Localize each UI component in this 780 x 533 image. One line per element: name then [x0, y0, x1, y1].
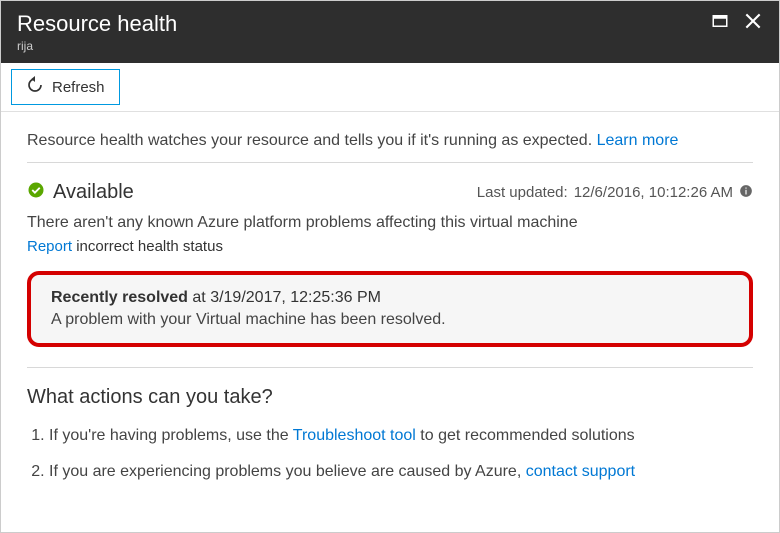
- last-updated: Last updated: 12/6/2016, 10:12:26 AM: [477, 184, 753, 202]
- report-line: Report incorrect health status: [27, 238, 753, 255]
- resolved-title: Recently resolved at 3/19/2017, 12:25:36…: [51, 289, 729, 307]
- status-label: Available: [53, 181, 134, 204]
- blade-header: Resource health rija: [1, 1, 779, 63]
- report-link[interactable]: Report: [27, 238, 72, 255]
- resolved-at: at 3/19/2017, 12:25:36 PM: [188, 289, 381, 306]
- action-text-pre: If you're having problems, use the: [49, 427, 293, 444]
- intro-text-row: Resource health watches your resource an…: [27, 132, 753, 150]
- actions-list: If you're having problems, use the Troub…: [27, 425, 753, 484]
- recently-resolved-box: Recently resolved at 3/19/2017, 12:25:36…: [27, 271, 753, 347]
- last-updated-prefix: Last updated:: [477, 184, 568, 201]
- maximize-icon[interactable]: [711, 12, 729, 35]
- divider: [27, 367, 753, 368]
- toolbar: Refresh: [1, 63, 779, 112]
- action-text-post: to get recommended solutions: [416, 427, 635, 444]
- resource-health-blade: Resource health rija Refresh Resource he…: [0, 0, 780, 533]
- action-text-pre: If you are experiencing problems you bel…: [49, 463, 526, 480]
- intro-text: Resource health watches your resource an…: [27, 132, 597, 149]
- refresh-label: Refresh: [52, 79, 105, 96]
- contact-support-link[interactable]: contact support: [526, 463, 635, 480]
- divider: [27, 162, 753, 163]
- header-actions: [711, 11, 763, 36]
- refresh-button[interactable]: Refresh: [11, 69, 120, 105]
- info-icon[interactable]: [739, 184, 753, 202]
- check-circle-icon: [27, 181, 45, 204]
- close-icon[interactable]: [743, 11, 763, 36]
- resolved-prefix: Recently resolved: [51, 289, 188, 306]
- header-title-block: Resource health rija: [17, 11, 177, 53]
- action-item: If you are experiencing problems you bel…: [49, 461, 753, 483]
- page-title: Resource health: [17, 11, 177, 37]
- troubleshoot-tool-link[interactable]: Troubleshoot tool: [293, 427, 416, 444]
- action-item: If you're having problems, use the Troub…: [49, 425, 753, 447]
- learn-more-link[interactable]: Learn more: [597, 132, 679, 149]
- report-suffix: incorrect health status: [72, 238, 223, 255]
- last-updated-value: 12/6/2016, 10:12:26 AM: [574, 184, 733, 201]
- page-subtitle: rija: [17, 39, 177, 53]
- content-area: Resource health watches your resource an…: [1, 112, 779, 532]
- status-detail: There aren't any known Azure platform pr…: [27, 214, 753, 232]
- status-row: Available Last updated: 12/6/2016, 10:12…: [27, 181, 753, 204]
- resolved-description: A problem with your Virtual machine has …: [51, 311, 729, 329]
- actions-heading: What actions can you take?: [27, 386, 753, 409]
- status-indicator: Available: [27, 181, 134, 204]
- refresh-icon: [26, 76, 44, 98]
